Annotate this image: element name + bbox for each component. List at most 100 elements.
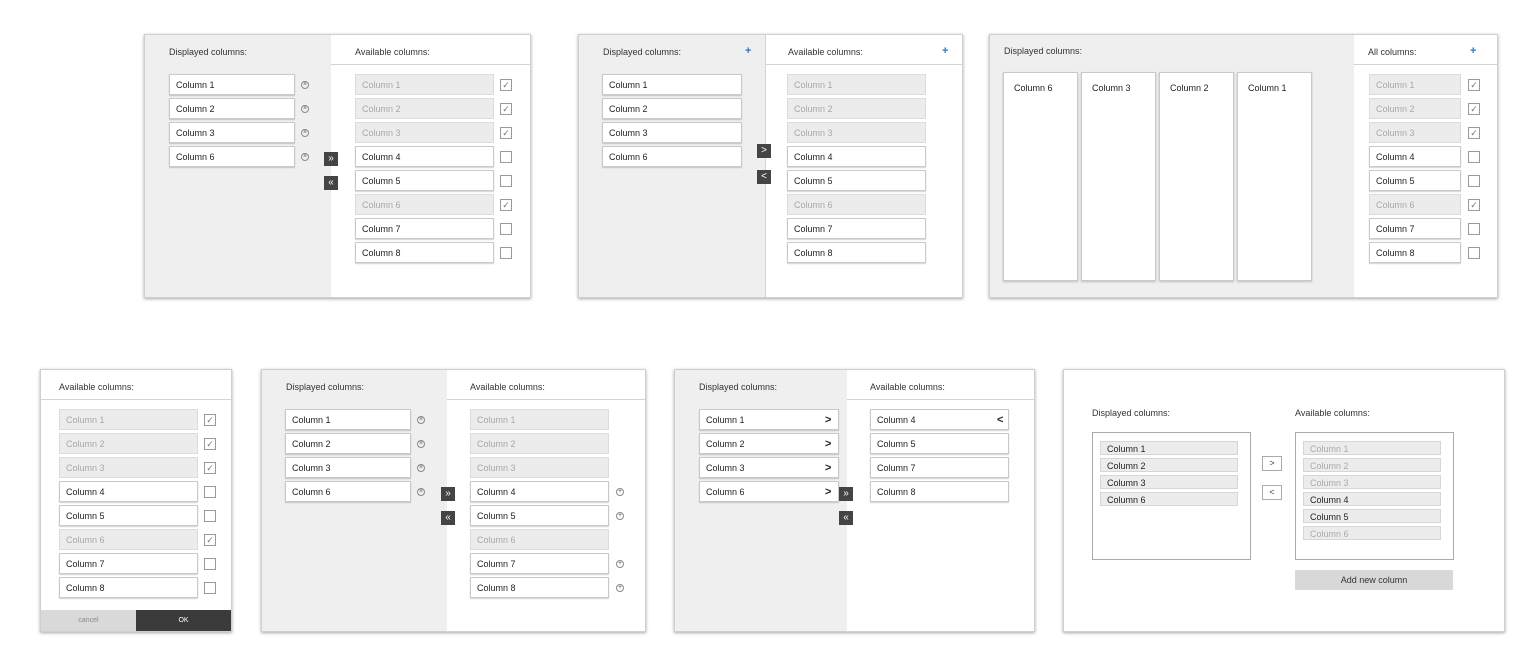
- add-displayed-button[interactable]: +: [745, 45, 751, 57]
- displayed-item[interactable]: Column 2: [602, 98, 742, 119]
- displayed-item[interactable]: Column 3: [1100, 475, 1238, 489]
- remove-icon[interactable]: ×: [417, 488, 425, 496]
- checkbox[interactable]: [1468, 223, 1480, 235]
- move-right-button[interactable]: >: [757, 144, 771, 158]
- move-left-icon[interactable]: <: [997, 414, 1003, 426]
- cancel-button[interactable]: cancel: [41, 610, 136, 631]
- checkbox[interactable]: [500, 247, 512, 259]
- displayed-item[interactable]: Column 3: [169, 122, 295, 143]
- available-item[interactable]: Column 1: [355, 74, 494, 95]
- available-item[interactable]: Column 4: [870, 409, 1009, 430]
- remove-icon[interactable]: ×: [417, 416, 425, 424]
- available-item[interactable]: Column 8: [59, 577, 198, 598]
- move-all-left-button[interactable]: «: [839, 511, 853, 525]
- displayed-item[interactable]: Column 1: [699, 409, 839, 430]
- add-column-button[interactable]: +: [1470, 45, 1476, 57]
- checkbox[interactable]: [500, 223, 512, 235]
- add-new-column-button[interactable]: Add new column: [1295, 570, 1453, 590]
- displayed-column-card[interactable]: Column 1: [1237, 72, 1312, 281]
- available-item[interactable]: Column 2: [787, 98, 926, 119]
- move-left-button[interactable]: «: [324, 176, 338, 190]
- checkbox[interactable]: ✓: [204, 534, 216, 546]
- available-item[interactable]: Column 7: [870, 457, 1009, 478]
- available-item[interactable]: Column 4: [1303, 492, 1441, 506]
- add-available-button[interactable]: +: [942, 45, 948, 57]
- all-column-item[interactable]: Column 1: [1369, 74, 1461, 95]
- available-item[interactable]: Column 7: [787, 218, 926, 239]
- available-item[interactable]: Column 6: [470, 529, 609, 550]
- available-item[interactable]: Column 5: [870, 433, 1009, 454]
- displayed-item[interactable]: Column 2: [699, 433, 839, 454]
- add-icon[interactable]: +: [616, 512, 624, 520]
- checkbox[interactable]: [1468, 247, 1480, 259]
- remove-icon[interactable]: ×: [417, 440, 425, 448]
- all-column-item[interactable]: Column 5: [1369, 170, 1461, 191]
- move-right-button[interactable]: »: [441, 487, 455, 501]
- checkbox[interactable]: ✓: [204, 462, 216, 474]
- checkbox[interactable]: [500, 175, 512, 187]
- all-column-item[interactable]: Column 8: [1369, 242, 1461, 263]
- checkbox[interactable]: ✓: [204, 438, 216, 450]
- available-item[interactable]: Column 1: [59, 409, 198, 430]
- displayed-item[interactable]: Column 3: [699, 457, 839, 478]
- available-item[interactable]: Column 5: [355, 170, 494, 191]
- available-item[interactable]: Column 6: [355, 194, 494, 215]
- checkbox[interactable]: [204, 558, 216, 570]
- checkbox[interactable]: [1468, 151, 1480, 163]
- remove-icon[interactable]: ×: [301, 105, 309, 113]
- available-item[interactable]: Column 8: [787, 242, 926, 263]
- checkbox[interactable]: ✓: [500, 103, 512, 115]
- displayed-item[interactable]: Column 1: [169, 74, 295, 95]
- all-column-item[interactable]: Column 3: [1369, 122, 1461, 143]
- checkbox[interactable]: [204, 510, 216, 522]
- available-item[interactable]: Column 7: [59, 553, 198, 574]
- displayed-item[interactable]: Column 3: [285, 457, 411, 478]
- checkbox[interactable]: ✓: [500, 199, 512, 211]
- move-right-icon[interactable]: >: [825, 486, 831, 498]
- available-item[interactable]: Column 4: [59, 481, 198, 502]
- checkbox[interactable]: ✓: [1468, 103, 1480, 115]
- displayed-item[interactable]: Column 6: [699, 481, 839, 502]
- checkbox[interactable]: ✓: [500, 127, 512, 139]
- available-item[interactable]: Column 4: [355, 146, 494, 167]
- add-icon[interactable]: +: [616, 584, 624, 592]
- available-item[interactable]: Column 4: [787, 146, 926, 167]
- available-item[interactable]: Column 6: [787, 194, 926, 215]
- displayed-column-card[interactable]: Column 3: [1081, 72, 1156, 281]
- available-item[interactable]: Column 7: [470, 553, 609, 574]
- available-item[interactable]: Column 7: [355, 218, 494, 239]
- all-column-item[interactable]: Column 4: [1369, 146, 1461, 167]
- move-right-icon[interactable]: >: [825, 462, 831, 474]
- add-icon[interactable]: +: [616, 560, 624, 568]
- available-item[interactable]: Column 1: [1303, 441, 1441, 455]
- move-all-right-button[interactable]: »: [839, 487, 853, 501]
- available-item[interactable]: Column 6: [59, 529, 198, 550]
- checkbox[interactable]: [1468, 175, 1480, 187]
- available-item[interactable]: Column 8: [870, 481, 1009, 502]
- ok-button[interactable]: OK: [136, 610, 231, 631]
- displayed-item[interactable]: Column 2: [1100, 458, 1238, 472]
- move-right-icon[interactable]: >: [825, 414, 831, 426]
- remove-icon[interactable]: ×: [417, 464, 425, 472]
- move-left-button[interactable]: «: [441, 511, 455, 525]
- remove-icon[interactable]: ×: [301, 129, 309, 137]
- checkbox[interactable]: ✓: [1468, 127, 1480, 139]
- remove-icon[interactable]: ×: [301, 81, 309, 89]
- all-column-item[interactable]: Column 7: [1369, 218, 1461, 239]
- move-right-button[interactable]: »: [324, 152, 338, 166]
- checkbox[interactable]: [204, 582, 216, 594]
- move-right-icon[interactable]: >: [825, 438, 831, 450]
- displayed-column-card[interactable]: Column 2: [1159, 72, 1234, 281]
- remove-icon[interactable]: ×: [301, 153, 309, 161]
- displayed-item[interactable]: Column 6: [602, 146, 742, 167]
- displayed-item[interactable]: Column 2: [169, 98, 295, 119]
- checkbox[interactable]: [500, 151, 512, 163]
- available-item[interactable]: Column 1: [787, 74, 926, 95]
- available-item[interactable]: Column 2: [355, 98, 494, 119]
- move-left-button[interactable]: <: [1262, 485, 1282, 500]
- checkbox[interactable]: ✓: [500, 79, 512, 91]
- available-item[interactable]: Column 8: [355, 242, 494, 263]
- displayed-item[interactable]: Column 2: [285, 433, 411, 454]
- available-item[interactable]: Column 5: [470, 505, 609, 526]
- available-item[interactable]: Column 3: [470, 457, 609, 478]
